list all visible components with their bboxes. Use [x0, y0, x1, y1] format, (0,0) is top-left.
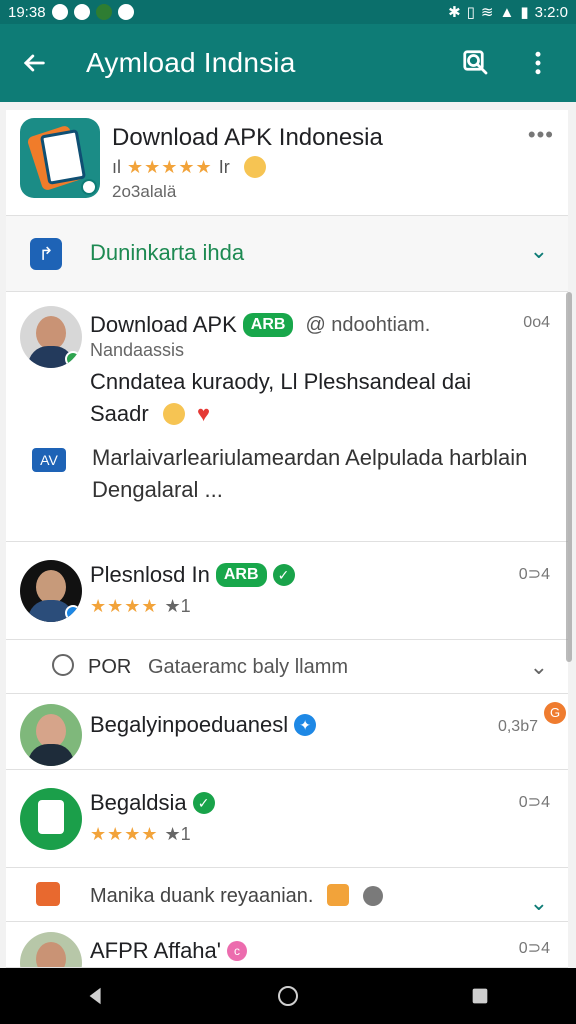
wifi-icon: ≋: [480, 4, 494, 21]
app-icon: [20, 788, 82, 850]
post-handle: @ ndoohtiam.: [305, 313, 431, 336]
item-time: 0,3b7: [497, 718, 538, 735]
filter-label: POR: [88, 656, 132, 678]
more-vert-icon[interactable]: [518, 43, 558, 83]
item-time: 0⊃4: [518, 940, 550, 957]
notification-icon: [95, 4, 112, 20]
avatar: [20, 704, 82, 766]
item-name: Begalyinpoeduanesl ✦: [90, 712, 317, 738]
app-title: Download APK Indonesia: [112, 124, 383, 151]
filter-text: Gataeramc baly llamm: [148, 656, 349, 678]
item-time: 0⊃4: [518, 794, 550, 811]
chevron-down-icon[interactable]: ⌄: [530, 890, 548, 916]
back-arrow-icon[interactable]: [2, 31, 66, 95]
pin-icon: ↱: [30, 238, 62, 270]
rating-stars: ★★★★★: [127, 156, 213, 177]
chevron-down-icon[interactable]: ⌄: [530, 238, 548, 264]
status-dot-icon: [362, 886, 383, 906]
app-subtitle: 2o3alalä: [112, 182, 177, 201]
list-item[interactable]: Begaldsia ✓ ★★★★ ★1 0⊃4: [6, 770, 568, 868]
avatar: [20, 306, 82, 368]
link-icon: AV: [32, 448, 66, 472]
link-text: Marlaivarleariulameardan Aelpulada harbl…: [92, 445, 528, 502]
emoji-icon: [243, 156, 266, 178]
post-author: Download APK ARB @ ndoohtiam.: [90, 312, 431, 337]
verified-icon: ✓: [272, 564, 295, 586]
app-card[interactable]: Download APK Indonesia ıl ★★★★★ Ir 2o3al…: [6, 110, 568, 216]
badge-icon: c: [226, 941, 247, 961]
verified-icon: ✓: [192, 792, 215, 814]
notification-icon: [73, 4, 90, 20]
item-name: Begaldsia ✓: [90, 790, 215, 816]
verified-icon: ✦: [294, 714, 317, 736]
more-horiz-icon[interactable]: •••: [528, 122, 554, 148]
list-item[interactable]: Plesnlosd In ARB ✓ ★★★★ ★1 0⊃4: [6, 542, 568, 640]
list-item[interactable]: Begalyinpoeduanesl ✦ 0,3b7 G: [6, 694, 568, 770]
avatar: [20, 560, 82, 622]
content: Download APK Indonesia ıl ★★★★★ Ir 2o3al…: [0, 102, 576, 968]
system-nav-bar: [0, 968, 576, 1024]
status-time: 19:38: [8, 3, 46, 21]
post-time: 0o4: [523, 314, 550, 331]
status-time-right: 3:2:0: [534, 3, 568, 21]
emoji-icon: [162, 403, 185, 425]
item-rating: ★★★★ ★1: [90, 824, 191, 844]
item-rating: ★★★★ ★1: [90, 596, 191, 616]
signal-icon: ▲: [499, 3, 515, 21]
post[interactable]: Download APK ARB @ ndoohtiam. 0o4 Nandaa…: [6, 292, 568, 542]
post-subtitle: Nandaassis: [90, 340, 185, 360]
notification-icon: [51, 4, 68, 20]
app-icon: [20, 118, 100, 198]
section-header[interactable]: ↱ Duninkarta ihda ⌄: [6, 216, 568, 292]
item-time: 0⊃4: [518, 566, 550, 583]
app-bar: Aymload Indnsia: [0, 24, 576, 102]
badge: ARB: [242, 313, 294, 337]
app-rating: ıl ★★★★★ Ir: [112, 156, 266, 178]
chevron-down-icon[interactable]: ⌄: [530, 654, 548, 680]
notification-badge-icon: G: [544, 702, 566, 724]
badge: ARB: [215, 563, 267, 587]
recents-icon[interactable]: [452, 968, 508, 1024]
heart-icon: ♥: [196, 401, 211, 426]
notification-icon: [117, 4, 134, 20]
emoji-icon: [327, 884, 350, 906]
list-item[interactable]: AFPR Affaha' c 0⊃4: [6, 922, 568, 968]
post-body: Cnndatea kuraody, Ll Pleshsandeal dai Sa…: [90, 366, 510, 430]
section-label: Duninkarta ihda: [90, 240, 245, 265]
back-icon[interactable]: [68, 968, 124, 1024]
manika-row[interactable]: Manika duank reyaanian. ⌄: [6, 868, 568, 922]
status-bar: 19:38 ✱ ▯ ≋ ▲ ▮ 3:2:0: [0, 0, 576, 24]
manika-text: Manika duank reyaanian.: [90, 884, 383, 908]
filter-row[interactable]: POR Gataeramc baly llamm ⌄: [6, 640, 568, 694]
search-icon[interactable]: [456, 43, 496, 83]
bluetooth-icon: ✱: [448, 4, 461, 21]
scrollbar[interactable]: [566, 292, 572, 662]
vibrate-icon: ▯: [466, 4, 475, 21]
avatar: [20, 932, 82, 967]
home-icon: [36, 882, 60, 906]
app-bar-title: Aymload Indnsia: [86, 47, 296, 78]
filter-icon: [52, 654, 74, 676]
item-name: AFPR Affaha' c: [90, 938, 247, 964]
item-name: Plesnlosd In ARB ✓: [90, 562, 295, 588]
battery-icon: ▮: [520, 4, 529, 21]
home-icon[interactable]: [260, 968, 316, 1024]
